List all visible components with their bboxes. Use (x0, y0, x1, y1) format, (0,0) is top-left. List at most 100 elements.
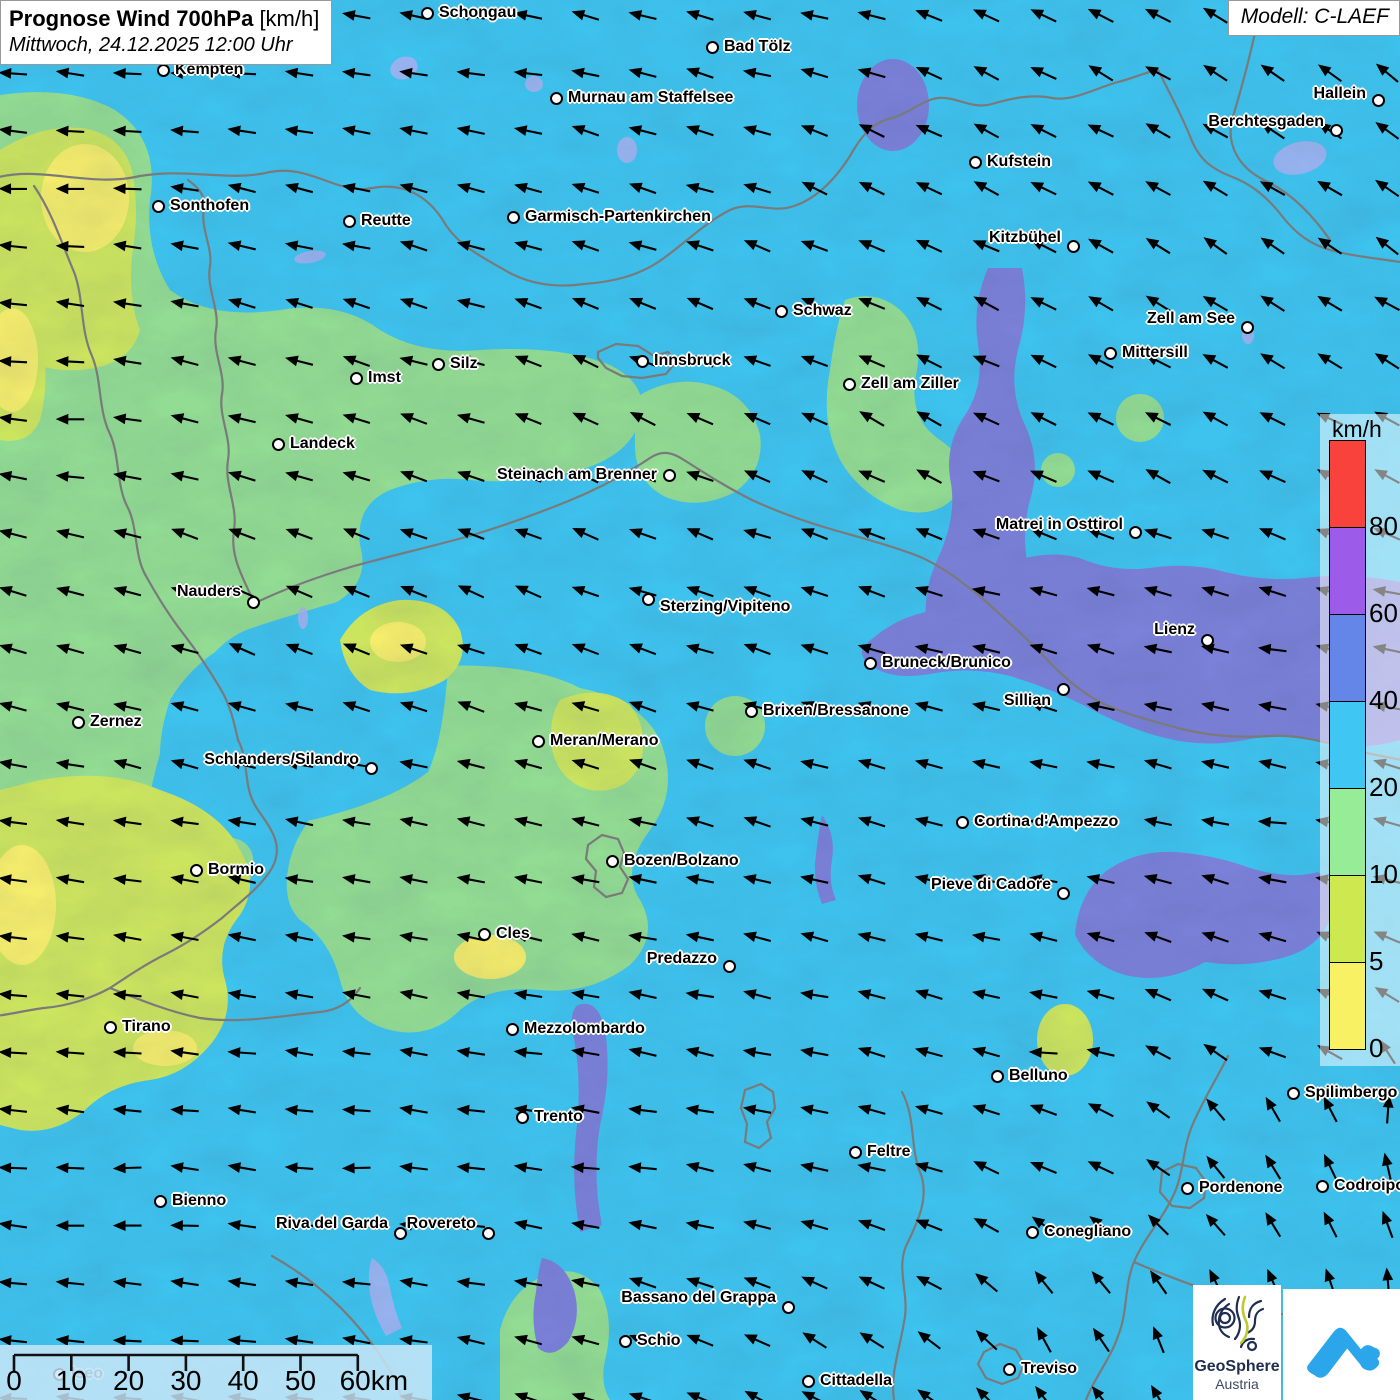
city-label: Treviso (1021, 1360, 1078, 1377)
city-label: Schio (637, 1332, 681, 1349)
legend-tick-label: 80 (1369, 511, 1398, 541)
city-marker (1025, 1225, 1039, 1239)
city-marker (1240, 320, 1254, 334)
city-label: Zernez (90, 713, 142, 730)
city-label: Zell am See (1146, 310, 1235, 327)
city-label: Spilimbergo (1305, 1084, 1398, 1101)
city-marker (744, 704, 758, 718)
scalebar-label: 20 (113, 1365, 145, 1396)
city-label: Zell am Ziller (861, 375, 959, 392)
legend-tick-label: 0 (1369, 1033, 1384, 1063)
city-marker (618, 1334, 632, 1348)
city-label: Sillian (1003, 692, 1051, 709)
city-label: Bruneck/Brunico (882, 654, 1011, 671)
city-label: Lienz (1154, 621, 1195, 638)
city-marker (1371, 93, 1385, 107)
scalebar-label: 30 (170, 1365, 202, 1396)
legend-title: km/h (1332, 416, 1382, 442)
city-marker (1103, 346, 1117, 360)
city-marker (349, 371, 363, 385)
city-marker (1002, 1362, 1016, 1376)
geosphere-logo: GeoSphere Austria (1193, 1285, 1281, 1400)
city-marker (1315, 1179, 1329, 1193)
city-label: Berchtesgaden (1208, 113, 1324, 130)
city-label: Trento (534, 1108, 583, 1125)
legend-tick-label: 5 (1369, 946, 1384, 976)
city-marker (515, 1110, 529, 1124)
city-label: Codroipo (1334, 1177, 1400, 1194)
city-label: Garmisch-Partenkirchen (525, 208, 711, 225)
city-marker (505, 1022, 519, 1036)
city-marker (781, 1300, 795, 1314)
model-box: Modell: C-LAEF (1227, 0, 1400, 36)
city-marker (1180, 1181, 1194, 1195)
city-marker (506, 210, 520, 224)
scalebar-label: 0 (6, 1365, 22, 1396)
city-label: Riva del Garda (275, 1215, 388, 1232)
geosphere-org-label: GeoSphere (1194, 1358, 1280, 1375)
city-marker (990, 1069, 1004, 1083)
city-label: Matrei in Osttirol (995, 516, 1123, 533)
legend-tick-label: 40 (1369, 685, 1398, 715)
city-marker (271, 437, 285, 451)
legend-tick-label: 10 (1369, 859, 1398, 889)
city-marker (705, 40, 719, 54)
city-label: Nauders (176, 583, 241, 600)
legend-color-40 (1329, 614, 1366, 702)
city-marker (71, 715, 85, 729)
city-label: Belluno (1009, 1067, 1068, 1084)
city-marker (1329, 123, 1343, 137)
legend-tick-label: 20 (1369, 772, 1398, 802)
city-label: Bassano del Grappa (621, 1289, 776, 1306)
model-label: Modell: C-LAEF (1240, 5, 1389, 28)
legend-color-80 (1329, 440, 1366, 528)
city-label: Steinach am Brenner (496, 466, 657, 483)
city-marker (549, 91, 563, 105)
app-logo (1283, 1289, 1400, 1400)
city-label: Silz (450, 355, 478, 372)
city-marker (364, 761, 378, 775)
city-marker (246, 595, 260, 609)
city-marker (1286, 1086, 1300, 1100)
title-unit: [km/h] (259, 6, 320, 31)
legend-tick-label: 60 (1369, 598, 1398, 628)
city-marker (156, 63, 170, 77)
city-label: Bienno (172, 1192, 227, 1209)
city-label: Pordenone (1199, 1179, 1283, 1196)
title-text: Prognose Wind 700hPa (9, 6, 254, 31)
city-label: Mittersill (1122, 344, 1188, 361)
city-label: Feltre (867, 1143, 911, 1160)
city-marker (801, 1374, 815, 1388)
weather-map: Schongau Bad Tölz Kempten Murnau am Staffel… (0, 0, 1400, 1400)
city-label: Bad Tölz (724, 38, 791, 55)
city-label: Sterzing/Vipiteno (660, 598, 791, 615)
city-marker (477, 927, 491, 941)
city-marker (531, 734, 545, 748)
city-label: Schwaz (793, 302, 852, 319)
city-marker (968, 155, 982, 169)
city-marker (848, 1145, 862, 1159)
city-label: Cortina d'Ampezzo (974, 813, 1119, 830)
scalebar-label: 40 (227, 1365, 259, 1396)
city-label: Innsbruck (654, 352, 731, 369)
city-label: Imst (368, 369, 401, 386)
city-label: Predazzo (646, 950, 717, 967)
city-marker (1056, 682, 1070, 696)
city-label: Meran/Merano (550, 732, 659, 749)
city-label: Rovereto (406, 1215, 476, 1232)
city-marker (1056, 886, 1070, 900)
city-marker (103, 1020, 117, 1034)
city-marker (722, 959, 736, 973)
city-label: Tirano (122, 1018, 171, 1035)
city-marker (641, 592, 655, 606)
city-label: Mezzolombardo (524, 1020, 645, 1037)
city-marker (420, 6, 434, 20)
city-label: Conegliano (1044, 1223, 1132, 1240)
city-marker (342, 214, 356, 228)
city-label: Sonthofen (170, 197, 250, 214)
scalebar-label: 60km (339, 1365, 409, 1396)
city-label: Hallein (1313, 85, 1366, 102)
city-label: Cittadella (820, 1372, 893, 1389)
scalebar: 0 10 20 30 40 50 60km (0, 1345, 432, 1400)
city-marker (662, 468, 676, 482)
